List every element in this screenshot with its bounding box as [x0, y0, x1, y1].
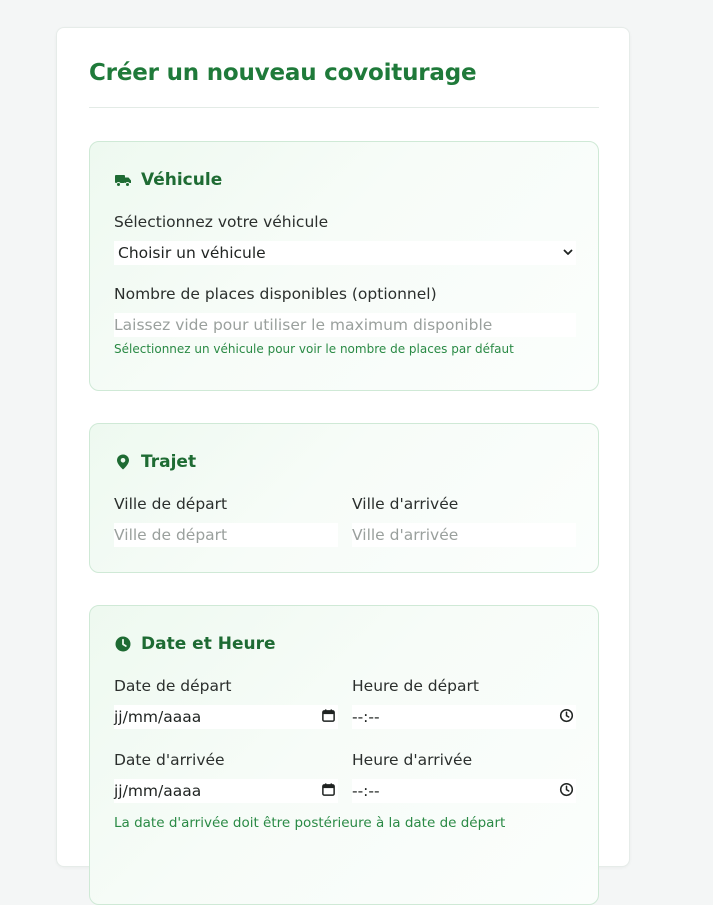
- departure-date-value: jj/mm/aaaa: [114, 708, 202, 726]
- clock-icon[interactable]: [559, 708, 576, 727]
- route-section-title: Trajet: [141, 452, 197, 472]
- arrival-time-label: Heure d'arrivée: [352, 751, 473, 769]
- clock-icon[interactable]: [559, 782, 576, 801]
- vehicle-select[interactable]: Choisir un véhicule: [114, 241, 576, 265]
- departure-city-placeholder: Ville de départ: [114, 526, 228, 544]
- arrival-city-label: Ville d'arrivée: [352, 495, 459, 513]
- truck-icon: [114, 171, 132, 189]
- vehicle-select-value: Choisir un véhicule: [118, 244, 266, 262]
- seats-help-text: Sélectionnez un véhicule pour voir le no…: [114, 342, 514, 356]
- vehicle-section-title: Véhicule: [141, 170, 223, 190]
- route-section-header: Trajet: [114, 452, 196, 472]
- datetime-section: Date et Heure Date de départ jj/mm/aaaa …: [89, 605, 599, 905]
- route-section: Trajet Ville de départ Ville de départ V…: [89, 423, 599, 573]
- arrival-date-value: jj/mm/aaaa: [114, 782, 202, 800]
- chevron-down-icon: [562, 244, 576, 262]
- calendar-icon[interactable]: [321, 708, 338, 727]
- arrival-time-value: --:--: [352, 782, 380, 800]
- location-pin-icon: [114, 453, 132, 471]
- departure-date-input[interactable]: jj/mm/aaaa: [114, 705, 338, 729]
- arrival-time-input[interactable]: --:--: [352, 779, 576, 803]
- vehicle-section: Véhicule Sélectionnez votre véhicule Cho…: [89, 141, 599, 391]
- calendar-icon[interactable]: [321, 782, 338, 801]
- seats-placeholder: Laissez vide pour utiliser le maximum di…: [114, 316, 493, 334]
- departure-time-value: --:--: [352, 708, 380, 726]
- arrival-date-input[interactable]: jj/mm/aaaa: [114, 779, 338, 803]
- arrival-city-placeholder: Ville d'arrivée: [352, 526, 459, 544]
- vehicle-select-label: Sélectionnez votre véhicule: [114, 213, 329, 231]
- seats-input[interactable]: Laissez vide pour utiliser le maximum di…: [114, 313, 576, 337]
- departure-time-label: Heure de départ: [352, 677, 479, 695]
- departure-time-input[interactable]: --:--: [352, 705, 576, 729]
- seats-label: Nombre de places disponibles (optionnel): [114, 285, 437, 303]
- title-divider: [89, 107, 599, 108]
- vehicle-section-header: Véhicule: [114, 170, 222, 190]
- arrival-city-input[interactable]: Ville d'arrivée: [352, 523, 576, 547]
- datetime-section-header: Date et Heure: [114, 634, 276, 654]
- create-carpool-form: Créer un nouveau covoiturage Véhicule Sé…: [56, 27, 630, 905]
- datetime-section-title: Date et Heure: [141, 634, 276, 654]
- arrival-date-help-text: La date d'arrivée doit être postérieure …: [114, 815, 506, 831]
- departure-city-input[interactable]: Ville de départ: [114, 523, 338, 547]
- departure-city-label: Ville de départ: [114, 495, 228, 513]
- arrival-date-label: Date d'arrivée: [114, 751, 225, 769]
- departure-date-label: Date de départ: [114, 677, 232, 695]
- clock-icon: [114, 635, 132, 653]
- page-title: Créer un nouveau covoiturage: [89, 60, 477, 86]
